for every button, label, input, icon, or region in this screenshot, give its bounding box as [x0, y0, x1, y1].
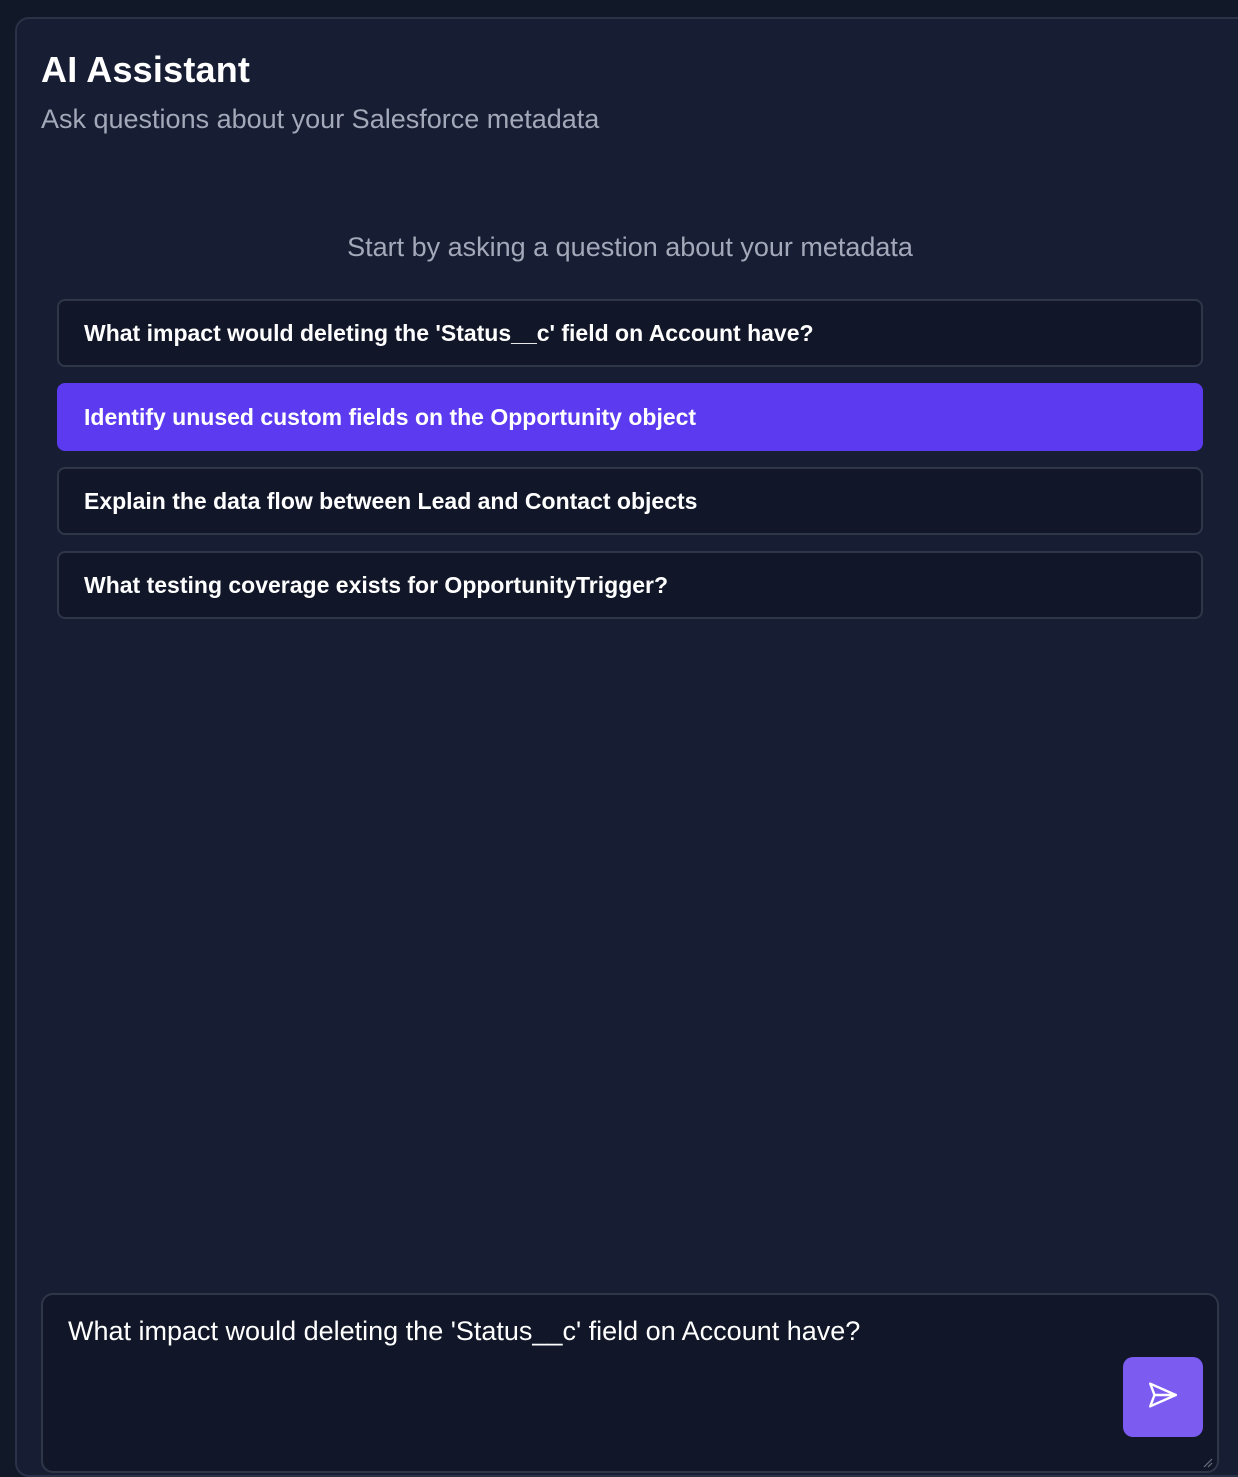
page-title: AI Assistant — [41, 49, 251, 90]
suggestion-label: What impact would deleting the 'Status__… — [84, 319, 814, 346]
empty-state-prompt: Start by asking a question about your me… — [347, 232, 913, 262]
resize-handle[interactable] — [1201, 1455, 1213, 1468]
suggestion-label: Identify unused custom fields on the Opp… — [84, 403, 697, 430]
message-input-value: What impact would deleting the 'Status__… — [68, 1316, 861, 1346]
suggestion-button[interactable]: What testing coverage exists for Opportu… — [57, 551, 1203, 619]
suggestion-button[interactable]: What impact would deleting the 'Status__… — [57, 299, 1203, 367]
send-button[interactable] — [1123, 1357, 1203, 1437]
message-input[interactable]: What impact would deleting the 'Status__… — [41, 1293, 1219, 1473]
page-subtitle: Ask questions about your Salesforce meta… — [41, 104, 600, 134]
send-icon — [1146, 1378, 1180, 1417]
suggestion-button-selected[interactable]: Identify unused custom fields on the Opp… — [57, 383, 1203, 451]
suggestion-label: Explain the data flow between Lead and C… — [84, 487, 698, 514]
suggestion-label: What testing coverage exists for Opportu… — [84, 571, 669, 598]
suggestion-list: What impact would deleting the 'Status__… — [57, 299, 1203, 635]
suggestion-button[interactable]: Explain the data flow between Lead and C… — [57, 467, 1203, 535]
assistant-panel: AI Assistant Ask questions about your Sa… — [15, 17, 1238, 1477]
